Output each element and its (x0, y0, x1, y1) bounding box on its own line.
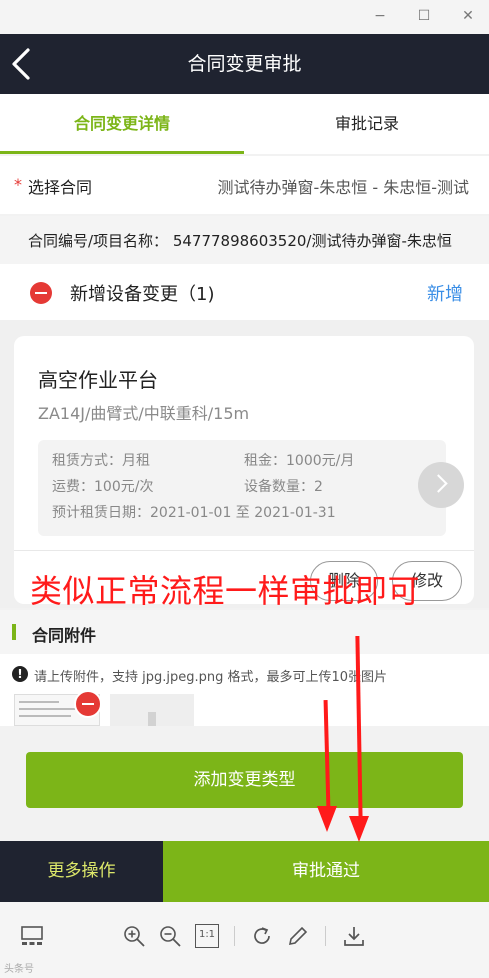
add-equipment-link[interactable]: 新增 (427, 280, 463, 306)
viewer-toolbar: 1:1 头条号 (0, 902, 489, 978)
equipment-quantity: 设备数量：2 (244, 479, 323, 495)
more-actions-button[interactable]: 更多操作 (0, 841, 163, 902)
remove-attachment-icon[interactable] (74, 690, 102, 718)
equipment-change-header: 新增设备变更（1) 新增 (0, 264, 489, 320)
contract-code-text: 合同编号/项目名称： 54777898603520/测试待办弹窗-朱忠恒 (28, 232, 452, 250)
equipment-card-area: 高空作业平台 ZA14J/曲臂式/中联重科/15m 租赁方式：月租 租金：100… (0, 320, 489, 608)
chevron-right-icon[interactable] (418, 462, 464, 508)
tab-bar: 合同变更详情 审批记录 (0, 94, 489, 154)
rent: 租金：1000元/月 (244, 453, 355, 469)
warning-icon (12, 666, 28, 682)
card-divider (14, 550, 474, 551)
attachments-body: 请上传附件，支持 jpg.jpeg.png 格式，最多可上传10张图片 (0, 654, 489, 726)
upload-placeholder[interactable] (110, 694, 194, 726)
annotation-text: 类似正常流程一样审批即可 (30, 572, 421, 610)
window-title-bar: − ☐ ✕ (0, 0, 489, 34)
remove-section-icon[interactable] (30, 282, 52, 304)
toolbar-separator (234, 926, 235, 946)
close-button[interactable]: ✕ (458, 6, 478, 26)
equipment-title: 高空作业平台 (38, 368, 158, 392)
edit-icon[interactable] (286, 924, 310, 948)
download-icon[interactable] (342, 924, 366, 948)
nav-bar: 合同变更审批 (0, 34, 489, 94)
attachments-title: 合同附件 (32, 626, 97, 645)
freight: 运费：100元/次 (52, 479, 154, 495)
equipment-model: ZA14J/曲臂式/中联重科/15m (38, 404, 250, 423)
section-marker (12, 624, 16, 640)
equipment-change-label: 新增设备变更（1) (70, 284, 215, 305)
lease-period: 预计租赁日期：2021-01-01 至 2021-01-31 (52, 505, 336, 521)
lease-mode: 租赁方式：月租 (52, 453, 150, 469)
thumbnail-icon[interactable] (20, 924, 44, 948)
actual-size-icon[interactable]: 1:1 (195, 924, 219, 948)
select-contract-row[interactable]: * 选择合同 测试待办弹窗-朱忠恒 - 朱忠恒-测试 (0, 156, 489, 214)
page-title: 合同变更审批 (187, 53, 302, 75)
toolbar-separator (325, 926, 326, 946)
upload-hint: 请上传附件，支持 jpg.jpeg.png 格式，最多可上传10张图片 (34, 670, 388, 685)
equipment-card: 高空作业平台 ZA14J/曲臂式/中联重科/15m 租赁方式：月租 租金：100… (14, 336, 474, 604)
required-mark: * (14, 175, 22, 194)
tab-change-details[interactable]: 合同变更详情 (0, 94, 244, 154)
zoom-in-icon[interactable] (122, 924, 146, 948)
approve-button[interactable]: 审批通过 (163, 841, 489, 902)
maximize-button[interactable]: ☐ (414, 6, 434, 26)
select-contract-label: 选择合同 (28, 178, 93, 197)
minimize-button[interactable]: − (370, 6, 390, 26)
rotate-icon[interactable] (250, 924, 274, 948)
attachments-header: 合同附件 (0, 610, 489, 654)
zoom-out-icon[interactable] (158, 924, 182, 948)
watermark: 头条号 (4, 964, 34, 975)
add-change-type-button[interactable]: 添加变更类型 (26, 752, 463, 808)
tab-approval-records[interactable]: 审批记录 (245, 94, 489, 154)
select-contract-value[interactable]: 测试待办弹窗-朱忠恒 - 朱忠恒-测试 (218, 174, 470, 198)
contract-code-row: 合同编号/项目名称： 54777898603520/测试待办弹窗-朱忠恒 (0, 216, 489, 264)
equipment-info-box: 租赁方式：月租 租金：1000元/月 运费：100元/次 设备数量：2 预计租赁… (38, 440, 446, 536)
